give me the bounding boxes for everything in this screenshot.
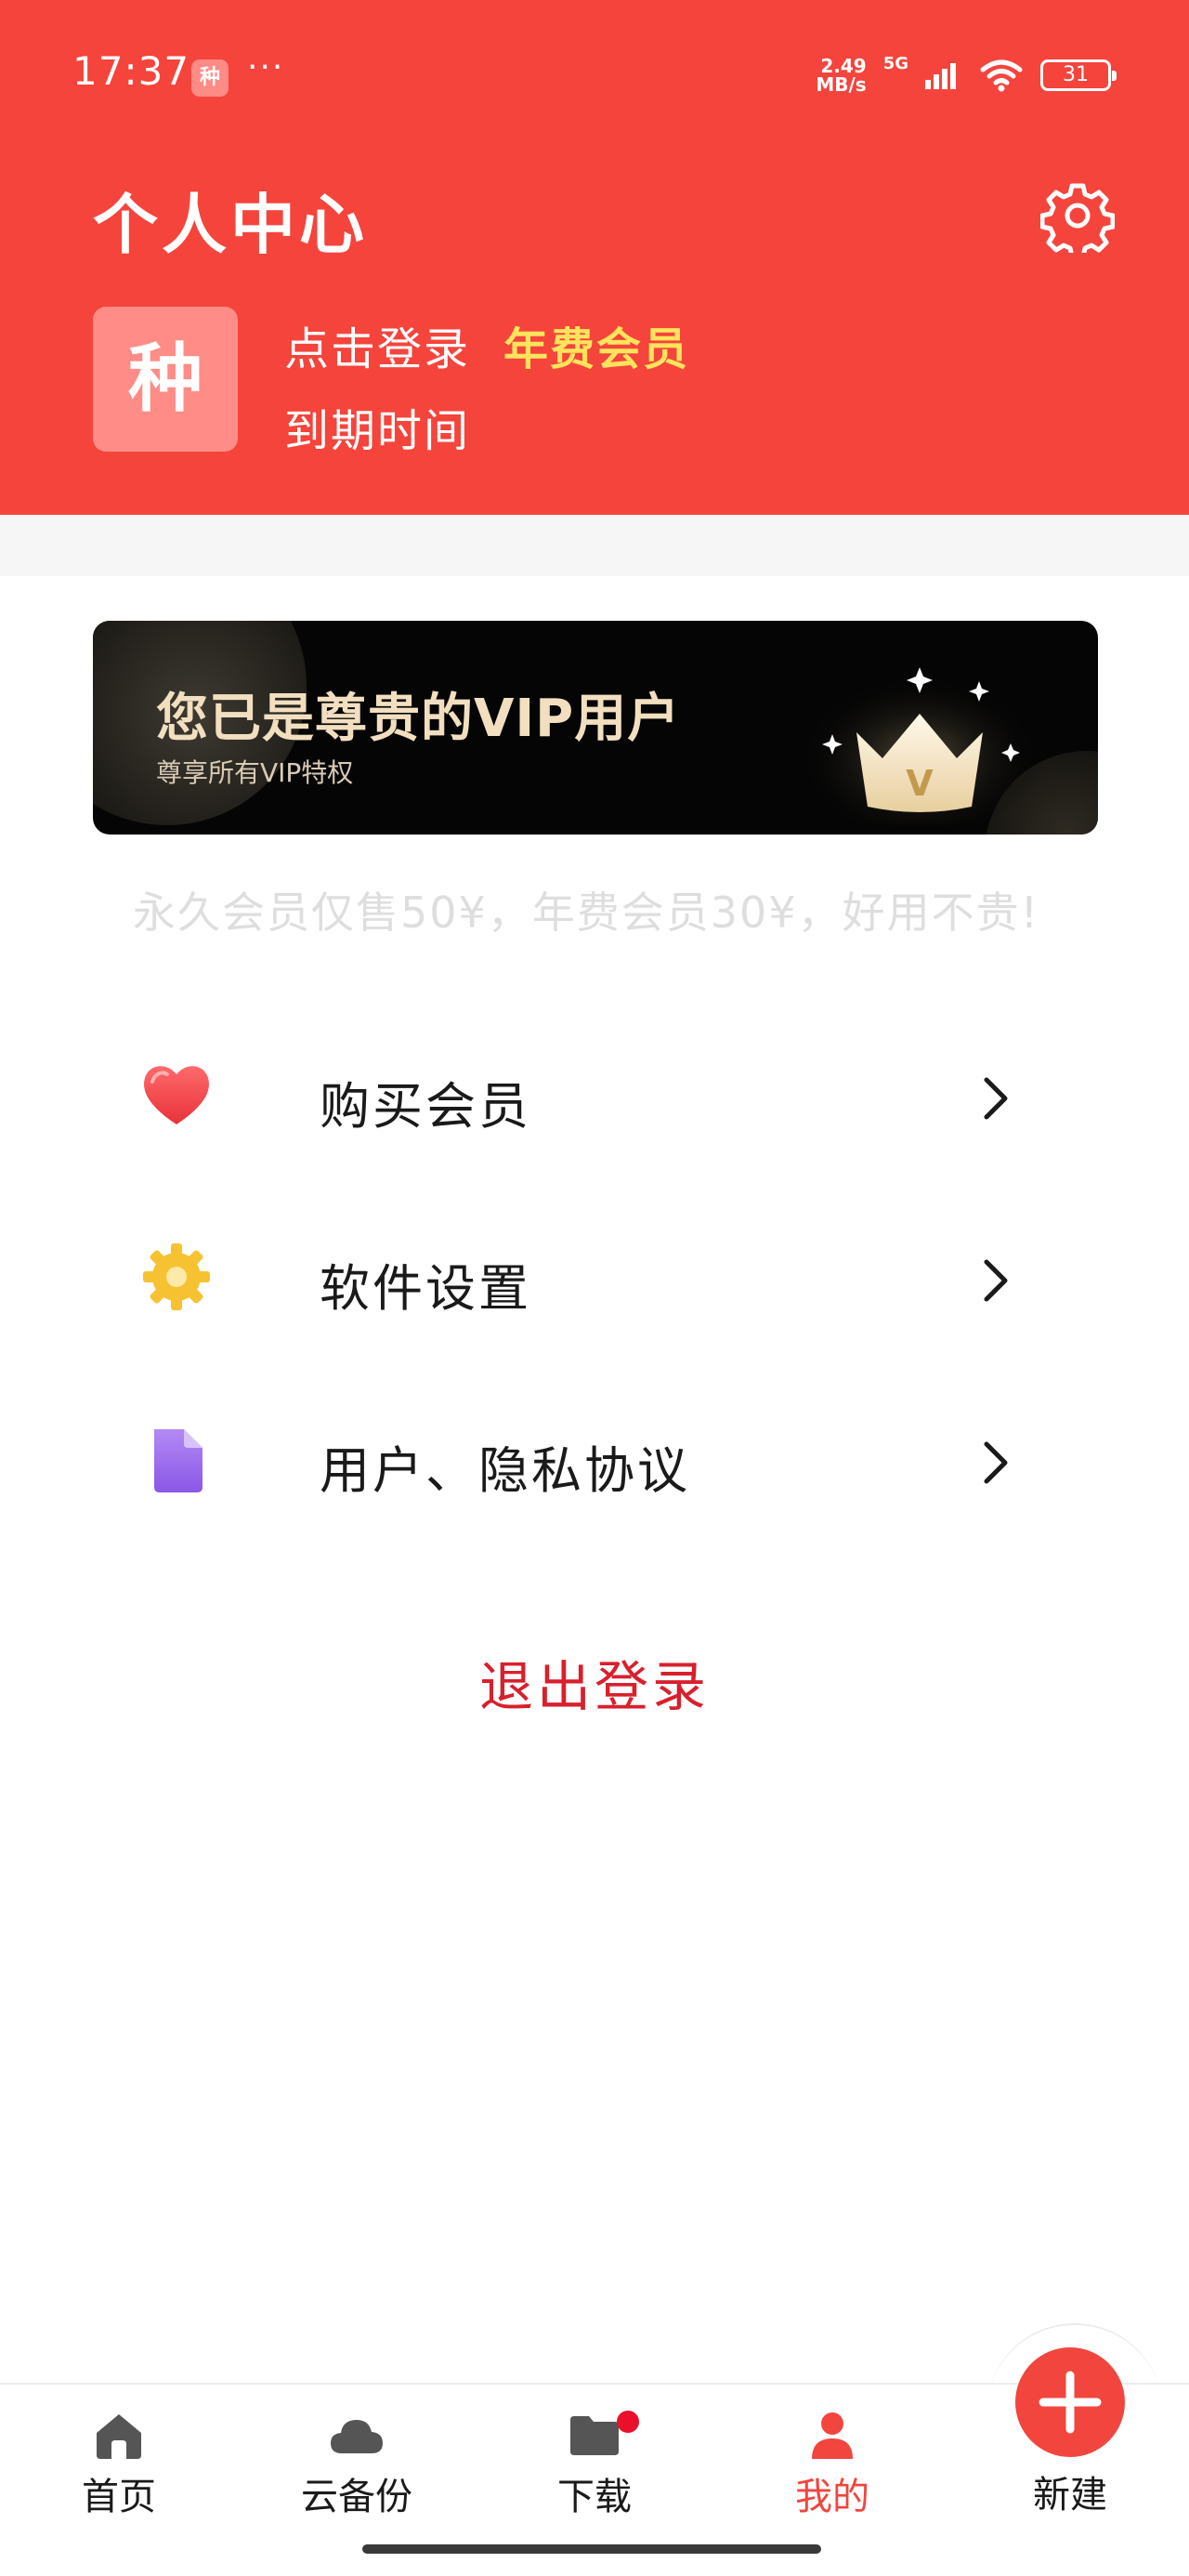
menu-item-user-privacy-agreement[interactable]: 用户、隐私协议	[93, 1388, 1098, 1528]
member-type-badge: 年费会员	[503, 323, 690, 375]
promo-text: 永久会员仅售50¥，年费会员30¥，好用不贵!	[132, 887, 1040, 938]
app-notification-icon: 种	[191, 59, 229, 97]
home-indicator[interactable]	[362, 2544, 821, 2554]
network-type: 5G	[882, 54, 908, 73]
avatar[interactable]: 种	[93, 307, 238, 452]
more-notifications-icon: ···	[247, 48, 285, 86]
vip-banner-title: 您已是尊贵的VIP用户	[156, 689, 681, 749]
login-link[interactable]: 点击登录	[284, 312, 470, 377]
vip-banner[interactable]: 您已是尊贵的VIP用户 尊享所有VIP特权 V	[93, 621, 1098, 835]
vip-banner-subtitle: 尊享所有VIP特权	[156, 757, 354, 788]
nav-label: 下载	[557, 2476, 632, 2518]
battery-icon: 31	[1040, 59, 1117, 91]
create-new-button[interactable]	[1015, 2347, 1125, 2457]
gear-icon	[143, 1243, 210, 1310]
nav-label: 首页	[82, 2476, 156, 2518]
menu-label: 用户、隐私协议	[320, 1441, 690, 1500]
chevron-right-icon	[984, 1441, 1008, 1484]
create-new-label: 新建	[1033, 2474, 1107, 2517]
section-divider	[0, 515, 1189, 576]
document-icon	[154, 1429, 203, 1492]
network-speed: 2.49 MB/s	[816, 57, 866, 94]
signal-icon	[925, 63, 956, 89]
crown-icon: V	[799, 667, 1040, 825]
notification-badge	[617, 2411, 639, 2433]
profile-header: 17:37 种 ··· 2.49 MB/s 5G 31 个人中心 种 点击登录 …	[0, 0, 1189, 515]
cloud-icon	[331, 2420, 383, 2453]
menu-item-app-settings[interactable]: 软件设置	[93, 1206, 1098, 1346]
settings-gear-icon[interactable]	[1040, 178, 1115, 253]
network-speed-value: 2.49	[820, 55, 867, 77]
nav-label: 云备份	[301, 2476, 412, 2518]
home-icon	[97, 2414, 141, 2459]
status-indicators: 2.49 MB/s 5G 31	[816, 52, 1117, 99]
chevron-right-icon	[984, 1077, 1008, 1120]
network-speed-unit: MB/s	[816, 73, 867, 96]
plus-icon	[1039, 2371, 1102, 2434]
nav-item-cloud-backup[interactable]: 云备份	[273, 2409, 440, 2530]
expire-time-label: 到期时间	[284, 405, 471, 457]
folder-icon	[570, 2416, 619, 2455]
nav-label: 我的	[795, 2476, 869, 2518]
page-title: 个人中心	[93, 187, 368, 263]
crown-letter: V	[906, 763, 934, 804]
chevron-right-icon	[984, 1259, 1008, 1302]
wifi-icon	[980, 59, 1023, 92]
status-time: 17:37	[72, 48, 190, 94]
menu-item-buy-membership[interactable]: 购买会员	[93, 1024, 1098, 1163]
menu-label: 软件设置	[320, 1259, 531, 1318]
user-icon	[812, 2412, 853, 2459]
nav-item-download[interactable]: 下载	[511, 2409, 678, 2530]
logout-button[interactable]: 退出登录	[0, 1643, 1189, 1721]
heart-icon	[144, 1066, 209, 1124]
nav-item-home[interactable]: 首页	[35, 2409, 203, 2530]
menu-label: 购买会员	[320, 1077, 531, 1136]
nav-item-mine[interactable]: 我的	[749, 2409, 916, 2530]
